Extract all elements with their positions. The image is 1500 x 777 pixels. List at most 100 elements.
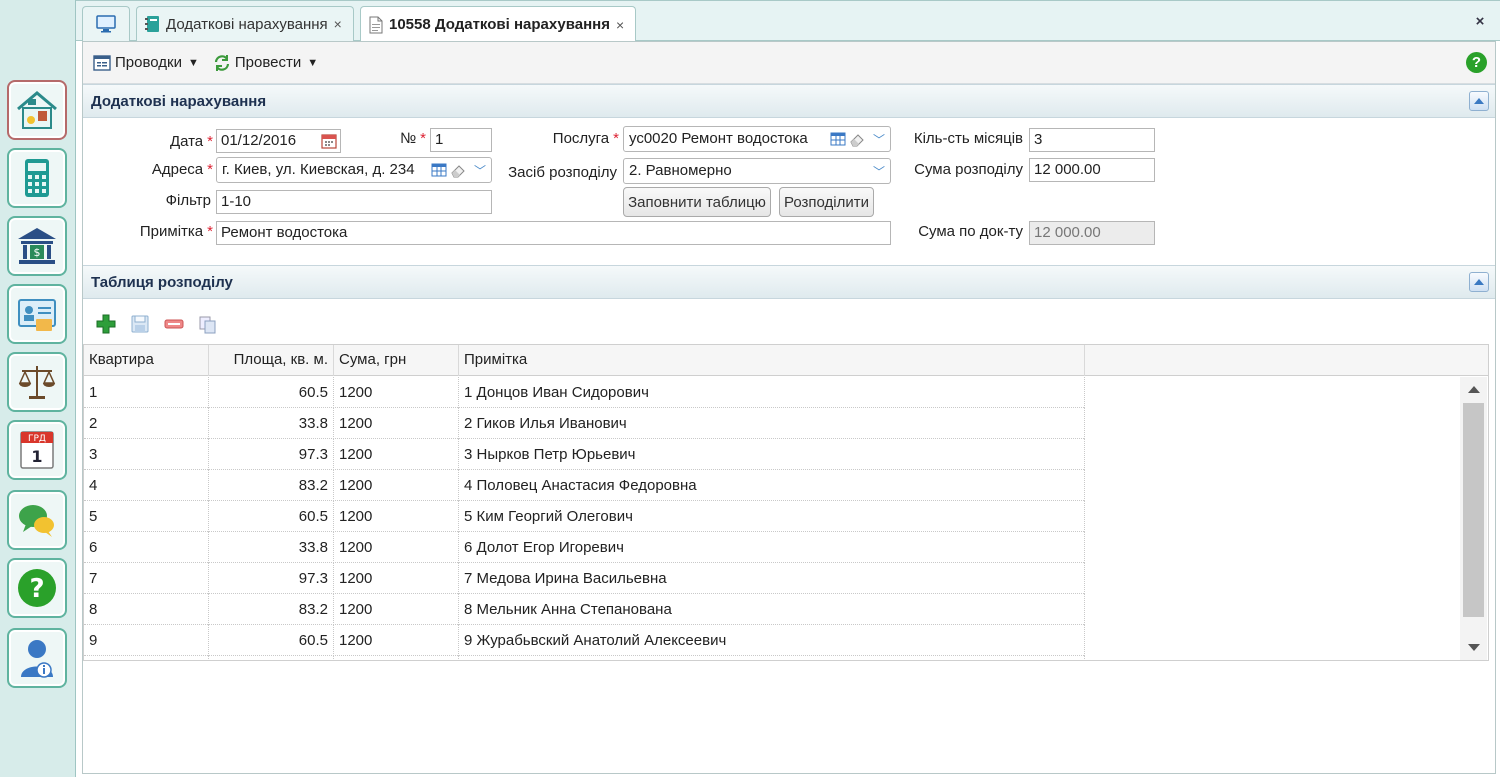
- table-row[interactable]: 7 97.3 1200 7 Медова Ирина Васильевна: [84, 563, 1085, 594]
- column-header-apartment[interactable]: Квартира: [84, 345, 209, 376]
- table-row[interactable]: 5 60.5 1200 5 Ким Георгий Олегович: [84, 501, 1085, 532]
- calendar-picker-icon[interactable]: [321, 133, 337, 149]
- table-lookup-icon[interactable]: [431, 162, 447, 178]
- column-header-sum[interactable]: Сума, грн: [334, 345, 459, 376]
- cell-area: 60.5: [209, 501, 334, 532]
- postings-label: Проводки: [115, 54, 182, 71]
- table-row[interactable]: 6 33.8 1200 6 Долот Егор Игоревич: [84, 532, 1085, 563]
- tab-document[interactable]: 10558 Додаткові нарахування ×: [360, 6, 636, 42]
- cell-apartment: 4: [84, 470, 209, 501]
- tab-additional-charges[interactable]: Додаткові нарахування ×: [136, 6, 354, 41]
- service-combo[interactable]: ус0020 Ремонт водостока ﹀: [623, 126, 891, 152]
- add-row-icon[interactable]: [95, 313, 117, 335]
- service-value: ус0020 Ремонт водостока: [629, 130, 808, 147]
- sidebar-user-info-button[interactable]: [7, 628, 67, 688]
- tab-close-icon[interactable]: ×: [334, 16, 342, 32]
- cell-area: 83.2: [209, 594, 334, 625]
- tab-desktop[interactable]: [82, 6, 130, 41]
- sidebar-calculator-button[interactable]: [7, 148, 67, 208]
- cell-sum: 1200: [334, 563, 459, 594]
- sidebar-help-button[interactable]: ?: [7, 558, 67, 618]
- cell-apartment: 7: [84, 563, 209, 594]
- sidebar-bank-button[interactable]: $: [7, 216, 67, 276]
- vertical-scrollbar[interactable]: [1460, 377, 1487, 660]
- distribution-combo[interactable]: 2. Равномерно ﹀: [623, 158, 891, 184]
- column-header-area[interactable]: Площа, кв. м.: [209, 345, 334, 376]
- eraser-icon[interactable]: [450, 162, 466, 178]
- form-panel-title: Додаткові нарахування: [91, 93, 267, 110]
- table-row[interactable]: 4 83.2 1200 4 Половец Анастасия Федоровна: [84, 470, 1085, 501]
- calendar-day-text: 1: [31, 447, 42, 466]
- doc-sum-label: Сума по док-ту: [918, 223, 1023, 240]
- save-icon[interactable]: [129, 313, 151, 335]
- scroll-thumb[interactable]: [1463, 403, 1484, 617]
- calculator-icon: [25, 159, 49, 197]
- distribute-button[interactable]: Розподілити: [779, 187, 874, 217]
- chat-bubbles-icon: [19, 505, 54, 537]
- sidebar-legal-button[interactable]: [7, 352, 67, 412]
- note-label: Примітка *: [139, 223, 213, 240]
- table-row[interactable]: 8 83.2 1200 8 Мельник Анна Степанована: [84, 594, 1085, 625]
- date-label: Дата *: [169, 133, 213, 150]
- copy-icon[interactable]: [197, 313, 219, 335]
- collapse-form-panel-icon[interactable]: [1469, 91, 1489, 111]
- cell-sum: 1200: [334, 594, 459, 625]
- column-header-note[interactable]: Примітка: [459, 345, 1085, 376]
- cell-area: 60.5: [209, 377, 334, 408]
- months-label: Кіль-сть місяців: [913, 130, 1023, 147]
- document-icon: [369, 16, 383, 33]
- number-field[interactable]: 1: [430, 128, 492, 152]
- date-field[interactable]: 01/12/2016: [216, 129, 341, 153]
- tab-close-icon[interactable]: ×: [616, 17, 624, 33]
- close-all-tabs-icon[interactable]: ×: [1460, 1, 1500, 41]
- table-row[interactable]: 3 97.3 1200 3 Нырков Петр Юрьевич: [84, 439, 1085, 470]
- note-field[interactable]: Ремонт водостока: [216, 221, 891, 245]
- table-lookup-icon[interactable]: [830, 131, 846, 147]
- chevron-down-icon[interactable]: ﹀: [869, 160, 889, 182]
- cell-sum: 1200: [334, 625, 459, 656]
- cell-note: 9 Журабьвский Анатолий Алексеевич: [459, 625, 1085, 656]
- cell-apartment: 6: [84, 532, 209, 563]
- chevron-down-icon[interactable]: ﹀: [869, 128, 889, 150]
- help-icon: ?: [18, 569, 56, 607]
- cell-sum: 1200: [334, 408, 459, 439]
- document-toolbar: Проводки ▼ Провести ▼ ?: [83, 42, 1495, 84]
- table-row[interactable]: 9 60.5 1200 9 Журабьвский Анатолий Алексеев…: [84, 625, 1085, 656]
- svg-text:$: $: [34, 246, 41, 259]
- table-row[interactable]: 1 60.5 1200 1 Донцов Иван Сидорович: [84, 377, 1085, 408]
- sidebar-housing-button[interactable]: [7, 80, 67, 140]
- sidebar-accounts-button[interactable]: [7, 284, 67, 344]
- months-field[interactable]: 3: [1029, 128, 1155, 152]
- id-card-icon: [18, 299, 56, 331]
- help-icon[interactable]: ?: [1466, 52, 1487, 73]
- house-utilities-icon: [17, 91, 57, 129]
- post-menu-button[interactable]: Провести ▼: [213, 54, 318, 72]
- scroll-up-icon[interactable]: [1468, 386, 1480, 393]
- main-area: Додаткові нарахування × 10558 Додаткові …: [76, 0, 1500, 777]
- distribution-label: Засіб розподілу: [508, 164, 617, 181]
- table-row[interactable]: 2 33.8 1200 2 Гиков Илья Иванович: [84, 408, 1085, 439]
- grid-toolbar: [83, 304, 1495, 344]
- scroll-down-icon[interactable]: [1468, 644, 1480, 651]
- document-content: Проводки ▼ Провести ▼ ? Додаткові нараху…: [82, 41, 1496, 774]
- calendar-icon: ГРД 1: [20, 431, 54, 469]
- dist-sum-field[interactable]: 12 000.00: [1029, 158, 1155, 182]
- delete-row-icon[interactable]: [163, 313, 185, 335]
- distribution-table: Квартира Площа, кв. м. Сума, грн Примітк…: [83, 344, 1489, 661]
- fill-table-button[interactable]: Заповнити таблицю: [623, 187, 771, 217]
- sidebar-messages-button[interactable]: [7, 490, 67, 550]
- postings-icon: [93, 54, 111, 71]
- cell-apartment: 9: [84, 625, 209, 656]
- collapse-table-panel-icon[interactable]: [1469, 272, 1489, 292]
- sidebar-calendar-button[interactable]: ГРД 1: [7, 420, 67, 480]
- cell-area: 33.8: [209, 532, 334, 563]
- postings-menu-button[interactable]: Проводки ▼: [93, 54, 199, 72]
- address-combo[interactable]: г. Киев, ул. Киевская, д. 234 ﹀: [216, 157, 492, 183]
- eraser-icon[interactable]: [849, 131, 865, 147]
- filter-field[interactable]: 1-10: [216, 190, 492, 214]
- help-glyph: ?: [29, 574, 44, 604]
- cell-note: 7 Медова Ирина Васильевна: [459, 563, 1085, 594]
- bank-icon: $: [18, 228, 56, 264]
- empty-cell: [84, 656, 209, 660]
- monitor-icon: [96, 15, 116, 33]
